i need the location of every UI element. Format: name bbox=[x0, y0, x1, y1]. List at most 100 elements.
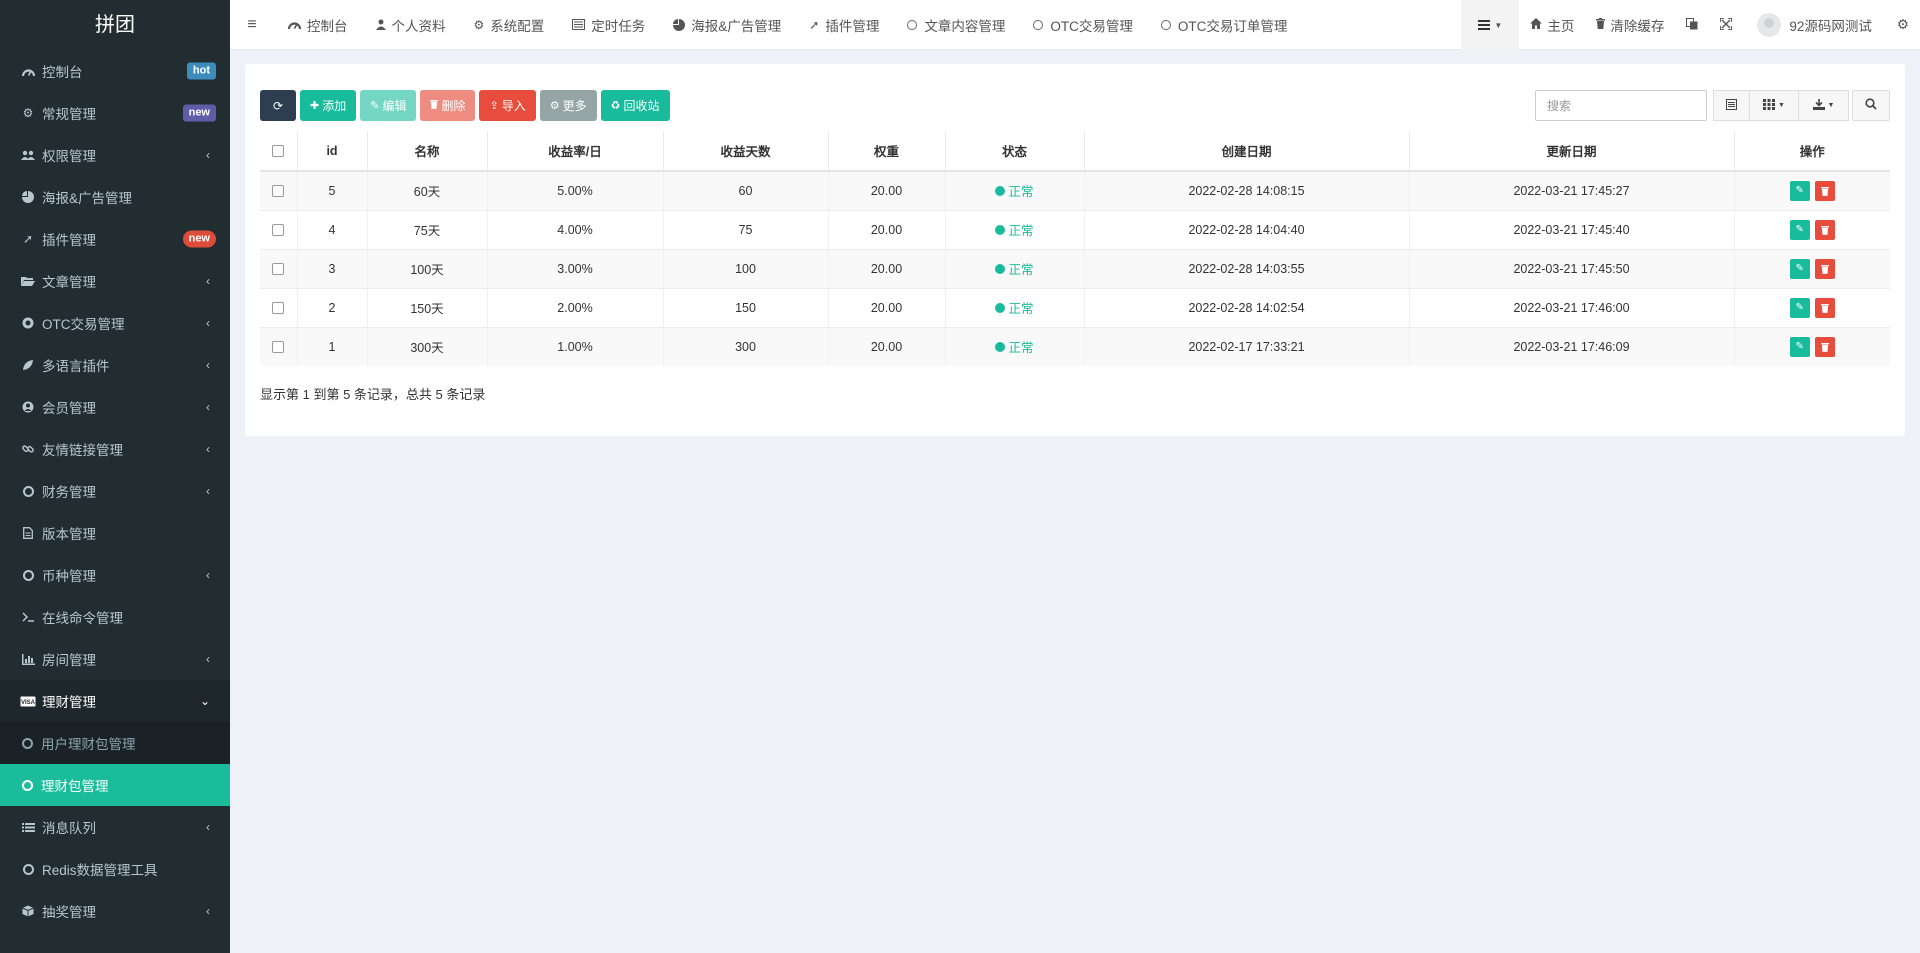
sidebar-item-label: 抽奖管理 bbox=[42, 905, 96, 920]
sidebar-item-finance[interactable]: 财务管理 ‹ bbox=[0, 470, 230, 512]
add-button[interactable]: ✚ 添加 bbox=[300, 90, 357, 121]
column-header[interactable]: 名称 bbox=[367, 131, 488, 172]
table-row[interactable]: 3 100天 3.00% 100 20.00 正常 2022-02-28 14:… bbox=[260, 248, 1890, 288]
sidebar-item-label: 财务管理 bbox=[42, 485, 96, 500]
menu-toggle-icon[interactable]: ≡ bbox=[230, 0, 274, 50]
sidebar-item-otc[interactable]: OTC交易管理 ‹ bbox=[0, 302, 230, 344]
more-button[interactable]: ⚙ 更多 bbox=[539, 90, 597, 121]
column-header[interactable]: 收益天数 bbox=[663, 131, 829, 172]
sidebar-item-article[interactable]: 文章管理 ‹ bbox=[0, 260, 230, 302]
table-row[interactable]: 5 60天 5.00% 60 20.00 正常 2022-02-28 14:08… bbox=[260, 170, 1890, 210]
sidebar-item-version[interactable]: 版本管理 bbox=[0, 512, 230, 554]
sidebar-item-redis[interactable]: Redis数据管理工具 bbox=[0, 848, 230, 890]
tab-list-dropdown[interactable]: ▼ bbox=[1461, 0, 1520, 50]
column-header[interactable]: 创建日期 bbox=[1084, 131, 1410, 172]
toggle-view-button[interactable] bbox=[1713, 90, 1750, 121]
tab-system-config[interactable]: ⚙ 系统配置 bbox=[460, 0, 559, 50]
chevron-left-icon: ‹ bbox=[206, 442, 210, 456]
search-button[interactable] bbox=[1852, 90, 1890, 121]
search-input[interactable]: 搜索 bbox=[1535, 90, 1707, 121]
tab-crontab[interactable]: 定时任务 bbox=[558, 0, 659, 50]
column-header[interactable]: 收益率/日 bbox=[487, 131, 664, 172]
column-header[interactable]: 更新日期 bbox=[1409, 131, 1735, 172]
export-dropdown[interactable]: ▼ bbox=[1799, 90, 1849, 121]
sidebar: 拼团 控制台 hot ⚙ 常规管理 new 权限管理 ‹ 海报&广告管理 ➚ 插… bbox=[0, 0, 230, 953]
row-checkbox[interactable] bbox=[272, 341, 285, 354]
sidebar-item-command[interactable]: 在线命令管理 bbox=[0, 596, 230, 638]
edit-button[interactable]: ✎ 编辑 bbox=[360, 90, 417, 121]
sidebar-item-general[interactable]: ⚙ 常规管理 new bbox=[0, 92, 230, 134]
table-row[interactable]: 4 75天 4.00% 75 20.00 正常 2022-02-28 14:04… bbox=[260, 209, 1890, 249]
delete-row-button[interactable] bbox=[1814, 336, 1835, 357]
sidebar-subitem-user-wealth-package[interactable]: 用户理财包管理 bbox=[0, 722, 230, 764]
cell-actions: ✎ bbox=[1734, 209, 1890, 249]
tab-otc-orders[interactable]: OTC交易订单管理 bbox=[1147, 0, 1302, 50]
status-badge[interactable]: 正常 bbox=[995, 220, 1034, 239]
tab-poster[interactable]: 海报&广告管理 bbox=[659, 0, 795, 50]
sidebar-item-room[interactable]: 房间管理 ‹ bbox=[0, 638, 230, 680]
refresh-button[interactable]: ⟳ bbox=[260, 90, 296, 121]
delete-row-button[interactable] bbox=[1814, 219, 1835, 240]
edit-row-button[interactable]: ✎ bbox=[1789, 297, 1810, 318]
cell-id: 1 bbox=[297, 326, 368, 366]
column-header[interactable]: id bbox=[297, 131, 368, 172]
row-checkbox[interactable] bbox=[272, 224, 285, 237]
sidebar-item-lottery[interactable]: 抽奖管理 ‹ bbox=[0, 890, 230, 932]
column-header[interactable]: 权重 bbox=[828, 131, 946, 172]
column-header[interactable]: 状态 bbox=[945, 131, 1085, 172]
brand-logo[interactable]: 拼团 bbox=[0, 0, 230, 50]
clear-cache-link[interactable]: 清除缓存 bbox=[1585, 0, 1675, 50]
tab-plugin[interactable]: ➚ 插件管理 bbox=[795, 0, 893, 50]
row-checkbox[interactable] bbox=[272, 263, 285, 276]
sidebar-item-label: Redis数据管理工具 bbox=[42, 863, 158, 878]
sidebar-item-queue[interactable]: 消息队列 ‹ bbox=[0, 806, 230, 848]
tab-article-content[interactable]: 文章内容管理 bbox=[893, 0, 1019, 50]
tab-label: 个人资料 bbox=[391, 18, 446, 34]
tab-dashboard[interactable]: 控制台 bbox=[274, 0, 362, 50]
sidebar-subitem-wealth-package[interactable]: 理财包管理 bbox=[0, 764, 230, 806]
row-checkbox[interactable] bbox=[272, 302, 285, 315]
edit-row-button[interactable]: ✎ bbox=[1789, 336, 1810, 357]
edit-row-button[interactable]: ✎ bbox=[1789, 180, 1810, 201]
sidebar-item-dashboard[interactable]: 控制台 hot bbox=[0, 50, 230, 92]
settings-button[interactable]: ⚙ bbox=[1886, 0, 1920, 50]
table-row[interactable]: 1 300天 1.00% 300 20.00 正常 2022-02-17 17:… bbox=[260, 326, 1890, 366]
sidebar-item-plugin[interactable]: ➚ 插件管理 new bbox=[0, 218, 230, 260]
import-button[interactable]: ⇪ 导入 bbox=[479, 90, 536, 121]
sidebar-item-language[interactable]: 多语言插件 ‹ bbox=[0, 344, 230, 386]
top-navbar: ≡ 控制台 个人资料 ⚙ 系统配置 定时任务 海报&广告管理 ➚ 插件管理 文章内容… bbox=[230, 0, 1920, 50]
sidebar-item-member[interactable]: 会员管理 ‹ bbox=[0, 386, 230, 428]
fullscreen-button[interactable] bbox=[1709, 0, 1743, 50]
delete-row-button[interactable] bbox=[1814, 297, 1835, 318]
status-label: 正常 bbox=[1008, 185, 1034, 200]
user-menu[interactable]: 92源码网测试 bbox=[1743, 0, 1886, 50]
recycle-bin-button[interactable]: ♻ 回收站 bbox=[600, 90, 670, 121]
edit-row-button[interactable]: ✎ bbox=[1789, 258, 1810, 279]
row-checkbox[interactable] bbox=[272, 185, 285, 198]
sidebar-item-permission[interactable]: 权限管理 ‹ bbox=[0, 134, 230, 176]
delete-row-button[interactable] bbox=[1814, 180, 1835, 201]
status-badge[interactable]: 正常 bbox=[995, 337, 1034, 356]
sidebar-item-links[interactable]: 友情链接管理 ‹ bbox=[0, 428, 230, 470]
group-icon bbox=[20, 147, 36, 163]
delete-row-button[interactable] bbox=[1814, 258, 1835, 279]
tab-otc[interactable]: OTC交易管理 bbox=[1019, 0, 1147, 50]
table-row[interactable]: 2 150天 2.00% 150 20.00 正常 2022-02-28 14:… bbox=[260, 287, 1890, 327]
select-all-checkbox[interactable] bbox=[272, 145, 285, 158]
sidebar-item-wealth[interactable]: VISA 理财管理 ⌄ bbox=[0, 680, 230, 722]
status-badge[interactable]: 正常 bbox=[995, 298, 1034, 317]
dashboard-icon bbox=[20, 63, 36, 79]
cell-status: 正常 bbox=[945, 209, 1085, 249]
language-switch[interactable] bbox=[1675, 0, 1709, 50]
status-badge[interactable]: 正常 bbox=[995, 259, 1034, 278]
columns-dropdown[interactable]: ▼ bbox=[1750, 90, 1799, 121]
tab-profile[interactable]: 个人资料 bbox=[362, 0, 460, 50]
sidebar-item-currency[interactable]: 币种管理 ‹ bbox=[0, 554, 230, 596]
status-badge[interactable]: 正常 bbox=[995, 181, 1034, 200]
chevron-left-icon: ‹ bbox=[206, 652, 210, 666]
cell-weight: 20.00 bbox=[828, 209, 946, 249]
edit-row-button[interactable]: ✎ bbox=[1789, 219, 1810, 240]
sidebar-item-poster[interactable]: 海报&广告管理 bbox=[0, 176, 230, 218]
home-link[interactable]: 主页 bbox=[1519, 0, 1585, 50]
delete-button[interactable]: 删除 bbox=[420, 90, 476, 121]
